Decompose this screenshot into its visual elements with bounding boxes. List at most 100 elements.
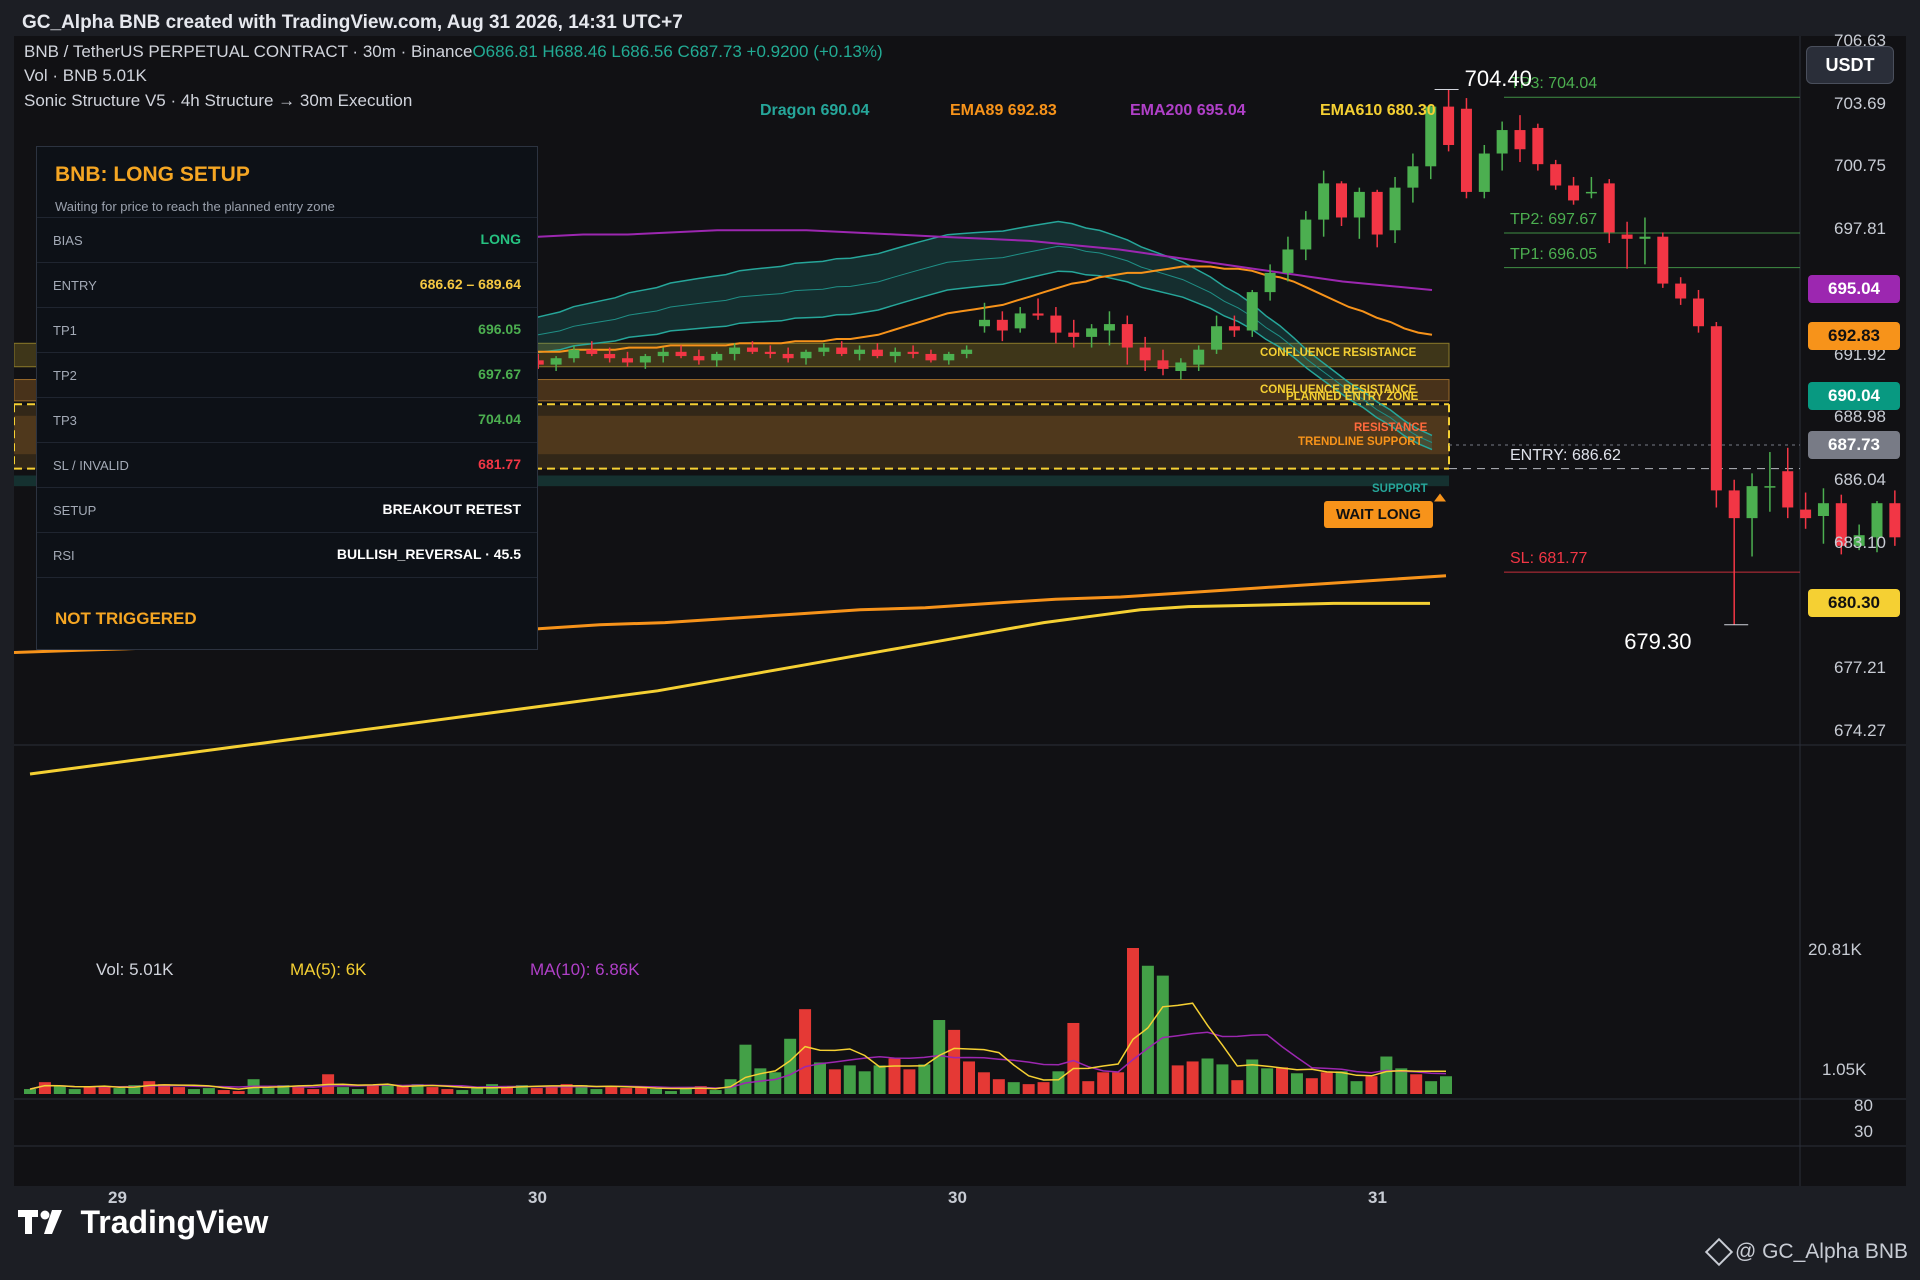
candle-body — [1550, 164, 1562, 186]
volume-bar — [977, 1072, 990, 1094]
level-label: ENTRY: 686.62 — [1510, 446, 1621, 464]
volume-bar — [441, 1089, 454, 1094]
volume-bar — [1231, 1080, 1244, 1094]
candle-body — [907, 351, 919, 354]
volume-bar — [396, 1086, 409, 1094]
price-axis-label: 686.04 — [1834, 470, 1886, 490]
setup-row-value: 704.04 — [478, 411, 521, 427]
high-price-annotation: 704.40 — [1464, 65, 1532, 91]
low-price-annotation: 679.30 — [1624, 628, 1692, 654]
ma5-value: MA(5): 6K — [290, 960, 367, 979]
volume-bar — [650, 1089, 663, 1094]
setup-row-value: 681.77 — [478, 456, 521, 472]
setup-panel: BNB: LONG SETUP Waiting for price to rea… — [36, 146, 538, 650]
volume-bar — [366, 1085, 379, 1094]
setup-row: TP2 697.67 — [37, 352, 537, 397]
setup-row-value: 686.62 – 689.64 — [419, 276, 521, 292]
candle-body — [1318, 183, 1330, 220]
volume-bar — [620, 1088, 633, 1094]
volume-bar — [202, 1088, 215, 1094]
candle-body — [568, 349, 580, 359]
author-credit: @ GC_Alpha BNB — [1704, 1238, 1908, 1267]
candle-body — [675, 351, 687, 357]
volume-bar — [1082, 1081, 1095, 1094]
candle-body — [639, 356, 651, 363]
tradingview-logo-icon — [18, 1209, 62, 1234]
volume-bar — [83, 1087, 96, 1094]
volume-bar — [143, 1081, 156, 1094]
candle-body — [1371, 191, 1383, 235]
volume-bar — [709, 1090, 722, 1094]
indicator-legend[interactable]: Sonic Structure V5 · 4h Structure → 30m … — [24, 91, 412, 111]
candle-body — [1585, 191, 1597, 194]
candle-body — [1443, 106, 1455, 145]
candle-body — [1621, 234, 1633, 239]
price-tag: 692.83 — [1808, 322, 1900, 351]
candle-body — [1121, 324, 1133, 348]
volume-bar — [307, 1089, 320, 1094]
volume-bar — [605, 1087, 618, 1094]
setup-title: BNB: LONG SETUP — [55, 163, 250, 186]
volume-bar — [1052, 1071, 1065, 1094]
tradingview-brand[interactable]: TradingView — [18, 1204, 268, 1241]
candle-body — [1300, 219, 1312, 250]
wait-long-arrow-icon — [1434, 493, 1446, 502]
candle-body — [1175, 362, 1187, 372]
price-axis-label: 697.81 — [1834, 219, 1886, 239]
candle-body — [1264, 272, 1276, 293]
volume-bar — [1097, 1072, 1110, 1094]
setup-row: SETUP BREAKOUT RETEST — [37, 487, 537, 532]
price-axis-label: 683.10 — [1834, 532, 1886, 552]
volume-bar — [1410, 1074, 1423, 1094]
volume-bar — [843, 1065, 856, 1094]
volume-bar — [53, 1086, 66, 1094]
chart-area[interactable]: BNB / TetherUS PERPETUAL CONTRACT · 30m … — [14, 31, 1906, 1207]
volume-bar — [38, 1082, 51, 1094]
candle-body — [1800, 509, 1812, 519]
volume-bar — [1141, 965, 1154, 1094]
candle-body — [836, 347, 848, 354]
volume-bar — [1320, 1072, 1333, 1094]
candle-body — [1746, 486, 1758, 519]
candle-body — [961, 349, 973, 354]
volume-bar — [992, 1079, 1005, 1094]
x-label-30b: 30 — [948, 1188, 967, 1207]
volume-bar — [1216, 1064, 1229, 1094]
volume-bar — [1305, 1078, 1318, 1094]
volume-bar — [828, 1069, 841, 1094]
candle-body — [889, 351, 901, 357]
candle-body — [746, 347, 758, 352]
candle-body — [1353, 191, 1365, 218]
volume-bar — [1290, 1073, 1303, 1094]
volume-bar — [1186, 1061, 1199, 1094]
volume-legend[interactable]: Vol · BNB 5.01K — [24, 66, 147, 86]
trendline-support-label: TRENDLINE SUPPORT — [1298, 436, 1423, 449]
wait-long-badge[interactable]: WAIT LONG — [1324, 501, 1433, 529]
volume-bar — [664, 1091, 677, 1094]
candle-body — [1710, 326, 1722, 491]
volume-bar — [1276, 1067, 1289, 1094]
symbol-name[interactable]: BNB / TetherUS PERPETUAL CONTRACT · 30m … — [24, 42, 472, 61]
candle-body — [782, 353, 794, 359]
candle-body — [1568, 185, 1580, 201]
currency-button[interactable]: USDT — [1806, 46, 1894, 84]
volume-bar — [1365, 1076, 1378, 1094]
rsi-80: 80 — [1854, 1096, 1873, 1115]
x-label-30a: 30 — [528, 1188, 547, 1207]
volume-bar — [1156, 975, 1169, 1094]
volume-bar — [590, 1089, 603, 1094]
candle-body — [586, 349, 598, 354]
candle-body — [604, 353, 616, 359]
candle-body — [854, 349, 866, 354]
volume-bar — [1440, 1076, 1452, 1094]
setup-row-value: 696.05 — [478, 321, 521, 337]
dragon-label: Dragon 690.04 — [760, 102, 870, 119]
candle-body — [871, 349, 883, 357]
volume-bar — [1171, 1065, 1184, 1094]
setup-row-value: 697.67 — [478, 366, 521, 382]
volume-bar — [1007, 1082, 1020, 1094]
candle-body — [1336, 183, 1347, 218]
vol-value: Vol: 5.01K — [96, 960, 174, 979]
candle-body — [1460, 108, 1472, 192]
volume-bar — [1022, 1084, 1035, 1094]
